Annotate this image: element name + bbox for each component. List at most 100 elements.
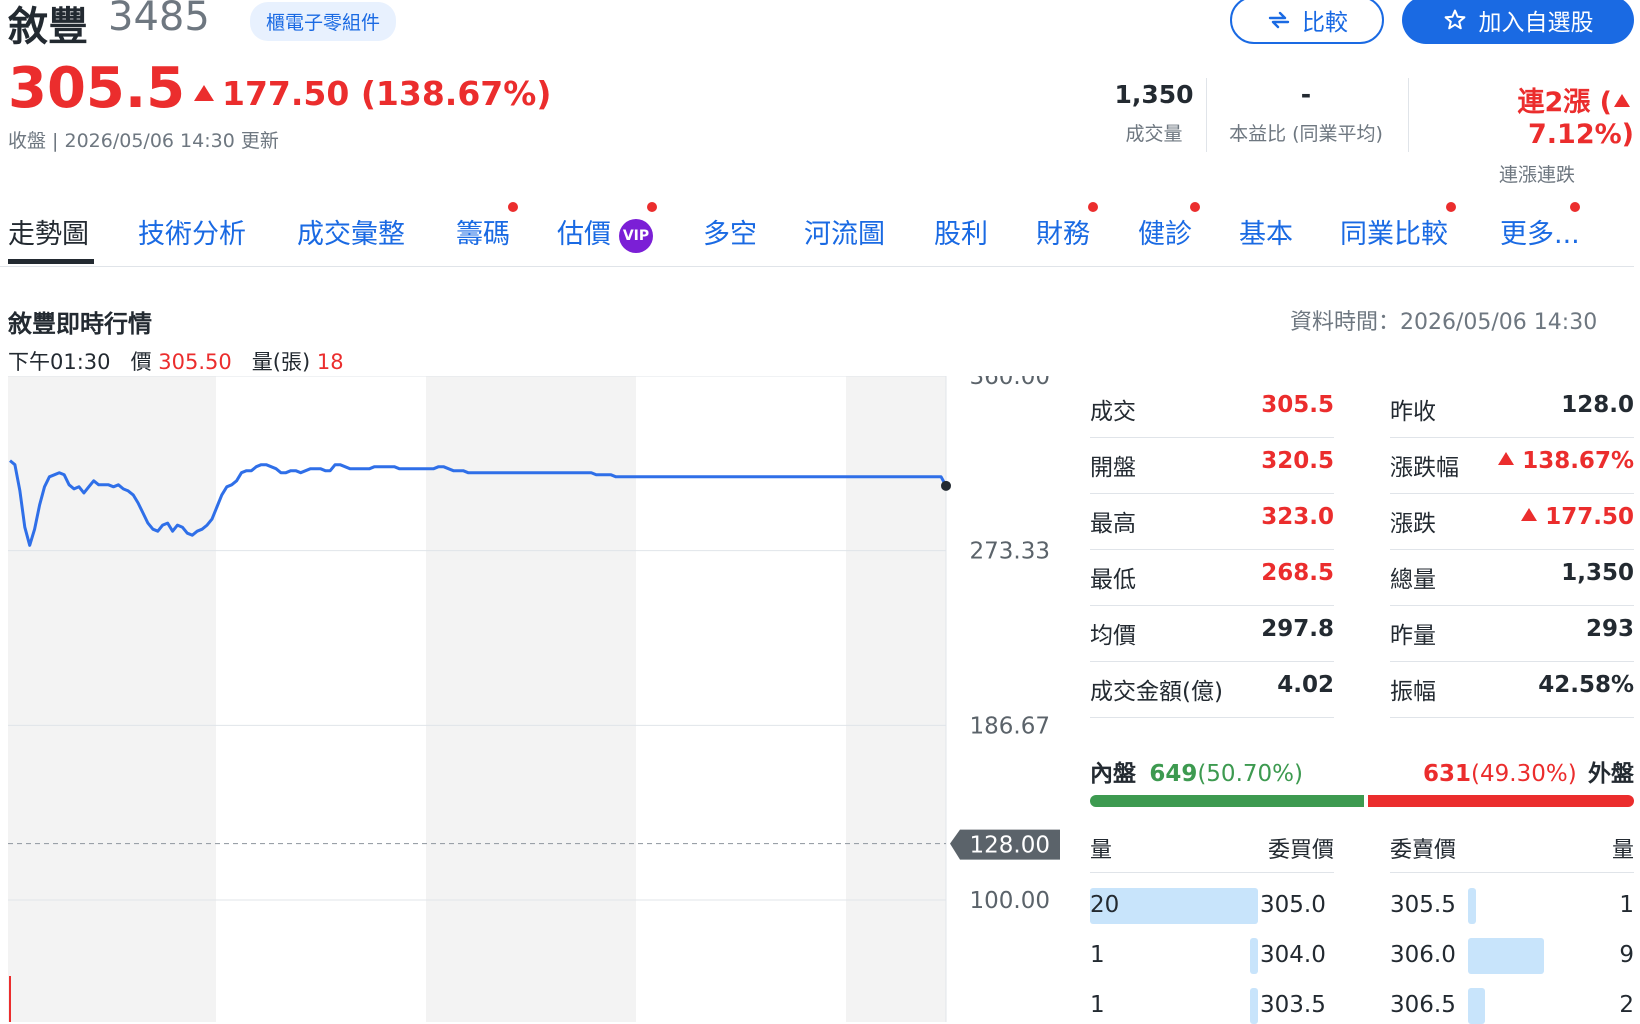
quote-label: 總量 <box>1390 567 1436 593</box>
quote-label: 最低 <box>1090 567 1136 593</box>
quote-row: 開盤 320.5 <box>1090 438 1334 494</box>
kpi-streak-value: 連2漲 (7.12%) <box>1420 80 1634 150</box>
chart-band <box>8 376 216 1022</box>
tab-chips[interactable]: 籌碼 <box>456 202 518 251</box>
price-change-text: 177.50 (138.67%) <box>222 74 552 113</box>
tab-label: 河流圖 <box>804 219 885 250</box>
chart-band <box>846 376 946 1022</box>
outer-pct: (49.30%) <box>1471 761 1577 787</box>
up-arrow-icon <box>194 84 214 101</box>
ob-head-qty2: 量 <box>1611 838 1634 863</box>
tab-label: 基本 <box>1239 219 1293 250</box>
last-price-dot <box>941 480 951 491</box>
ask-qty: 2 <box>1619 992 1634 1018</box>
hover-volume: 18 <box>316 350 344 374</box>
tab-health[interactable]: 健診 <box>1138 202 1200 251</box>
quote-value: 4.02 <box>1277 672 1334 698</box>
ob-head-bid: 委買價 <box>1267 838 1334 863</box>
quote-row: 振幅 42.58% <box>1390 662 1634 718</box>
compare-icon <box>1268 11 1290 29</box>
quote-row: 昨量 293 <box>1390 606 1634 662</box>
y-tick-label: 360.00 <box>970 376 1050 390</box>
y-tick-label: 273.33 <box>970 539 1050 565</box>
quote-value: 323.0 <box>1261 504 1334 530</box>
bid-price: 303.5 <box>1260 992 1326 1018</box>
add-watchlist-button[interactable]: 加入自選股 <box>1402 0 1634 44</box>
up-arrow-icon <box>1498 452 1515 465</box>
industry-tag[interactable]: 櫃電子零組件 <box>250 2 397 41</box>
hover-price-label: 價 <box>130 350 152 374</box>
hover-info: 下午01:30 價 305.50 量(張) 18 <box>8 346 344 376</box>
tab-label: 健診 <box>1138 219 1192 250</box>
kpi-volume-label: 成交量 <box>1125 123 1183 145</box>
bid-volume-bar <box>1250 938 1258 974</box>
kpi-pe-value: - <box>1300 80 1312 109</box>
ask-volume-bar <box>1468 888 1476 924</box>
quote-row: 漲跌幅 138.67% <box>1390 438 1634 494</box>
tab-label: 估價 <box>557 219 611 250</box>
quote-row: 均價 297.8 <box>1090 606 1334 662</box>
tab-river[interactable]: 河流圖 <box>804 212 885 251</box>
intraday-chart[interactable]: 360.00 273.33 186.67 100.00 128.00 <box>0 376 1070 1022</box>
stock-code: 3485 <box>108 0 210 40</box>
star-icon <box>1444 9 1465 30</box>
quote-value: 128.0 <box>1561 392 1634 418</box>
ob-head-qty: 量 <box>1090 838 1113 863</box>
tab-label: 同業比較 <box>1340 219 1448 250</box>
hover-price: 305.50 <box>158 350 232 374</box>
quote-value: 320.5 <box>1261 448 1334 474</box>
realtime-title: 敘豐即時行情 <box>8 310 152 338</box>
bid-qty: 1 <box>1090 942 1105 968</box>
chart-band <box>216 376 426 1022</box>
quote-value: 297.8 <box>1261 616 1334 642</box>
tab-label: 財務 <box>1036 219 1090 250</box>
update-time: 收盤 | 2026/05/06 14:30 更新 <box>8 130 279 152</box>
quote-label: 漲跌 <box>1390 511 1436 537</box>
current-price: 305.5 <box>8 56 186 121</box>
volume-bar <box>9 976 11 1022</box>
tab-basic[interactable]: 基本 <box>1239 212 1293 251</box>
streak-prefix: 連2漲 ( <box>1517 87 1612 118</box>
hover-time: 下午01:30 <box>8 350 111 374</box>
tab-label: 多空 <box>703 219 757 250</box>
quote-value: 293 <box>1585 616 1634 642</box>
vip-badge: VIP <box>619 218 653 253</box>
inner-label: 內盤 <box>1090 761 1136 787</box>
notification-dot <box>1088 202 1098 212</box>
chart-band <box>636 376 846 1022</box>
stock-name: 敘豐 <box>8 4 88 50</box>
tab-peer-compare[interactable]: 同業比較 <box>1340 202 1456 251</box>
inner-value: 649 <box>1149 761 1198 787</box>
active-tab-indicator <box>8 259 94 264</box>
ob-head-ask: 委賣價 <box>1390 838 1457 863</box>
tab-more[interactable]: 更多... <box>1500 202 1580 251</box>
quote-label: 均價 <box>1090 623 1136 649</box>
divider <box>1408 78 1409 152</box>
notification-dot <box>1446 202 1456 212</box>
divider <box>1390 872 1634 873</box>
notification-dot <box>1569 202 1580 212</box>
quote-value: 177.50 <box>1521 504 1634 530</box>
inner-outer-row: 內盤 649(50.70%) 631(49.30%) 外盤 <box>1090 754 1634 788</box>
bid-qty: 20 <box>1090 892 1120 918</box>
tab-dividend[interactable]: 股利 <box>934 212 988 251</box>
quote-label: 昨量 <box>1390 623 1436 649</box>
up-arrow-icon <box>1614 94 1630 107</box>
kpi-volume-value: 1,350 <box>1114 80 1194 109</box>
tab-valuation[interactable]: 估價 VIP <box>557 202 657 253</box>
quote-row: 成交 305.5 <box>1090 382 1334 438</box>
tab-trades[interactable]: 成交彙整 <box>297 212 405 251</box>
outer-bar <box>1368 795 1634 807</box>
tab-technical[interactable]: 技術分析 <box>138 212 246 251</box>
tab-financial[interactable]: 財務 <box>1036 202 1098 251</box>
ask-volume-bar <box>1468 938 1544 974</box>
tab-bull-bear[interactable]: 多空 <box>703 212 757 251</box>
streak-pct: 7.12%) <box>1527 119 1634 150</box>
quote-label: 振幅 <box>1390 679 1436 705</box>
y-tick-label: 186.67 <box>970 713 1050 739</box>
quote-label: 昨收 <box>1390 399 1436 425</box>
compare-button[interactable]: 比較 <box>1230 0 1384 44</box>
tab-trend[interactable]: 走勢圖 <box>8 212 89 251</box>
ask-price: 306.5 <box>1390 992 1456 1018</box>
tab-label: 股利 <box>934 219 988 250</box>
